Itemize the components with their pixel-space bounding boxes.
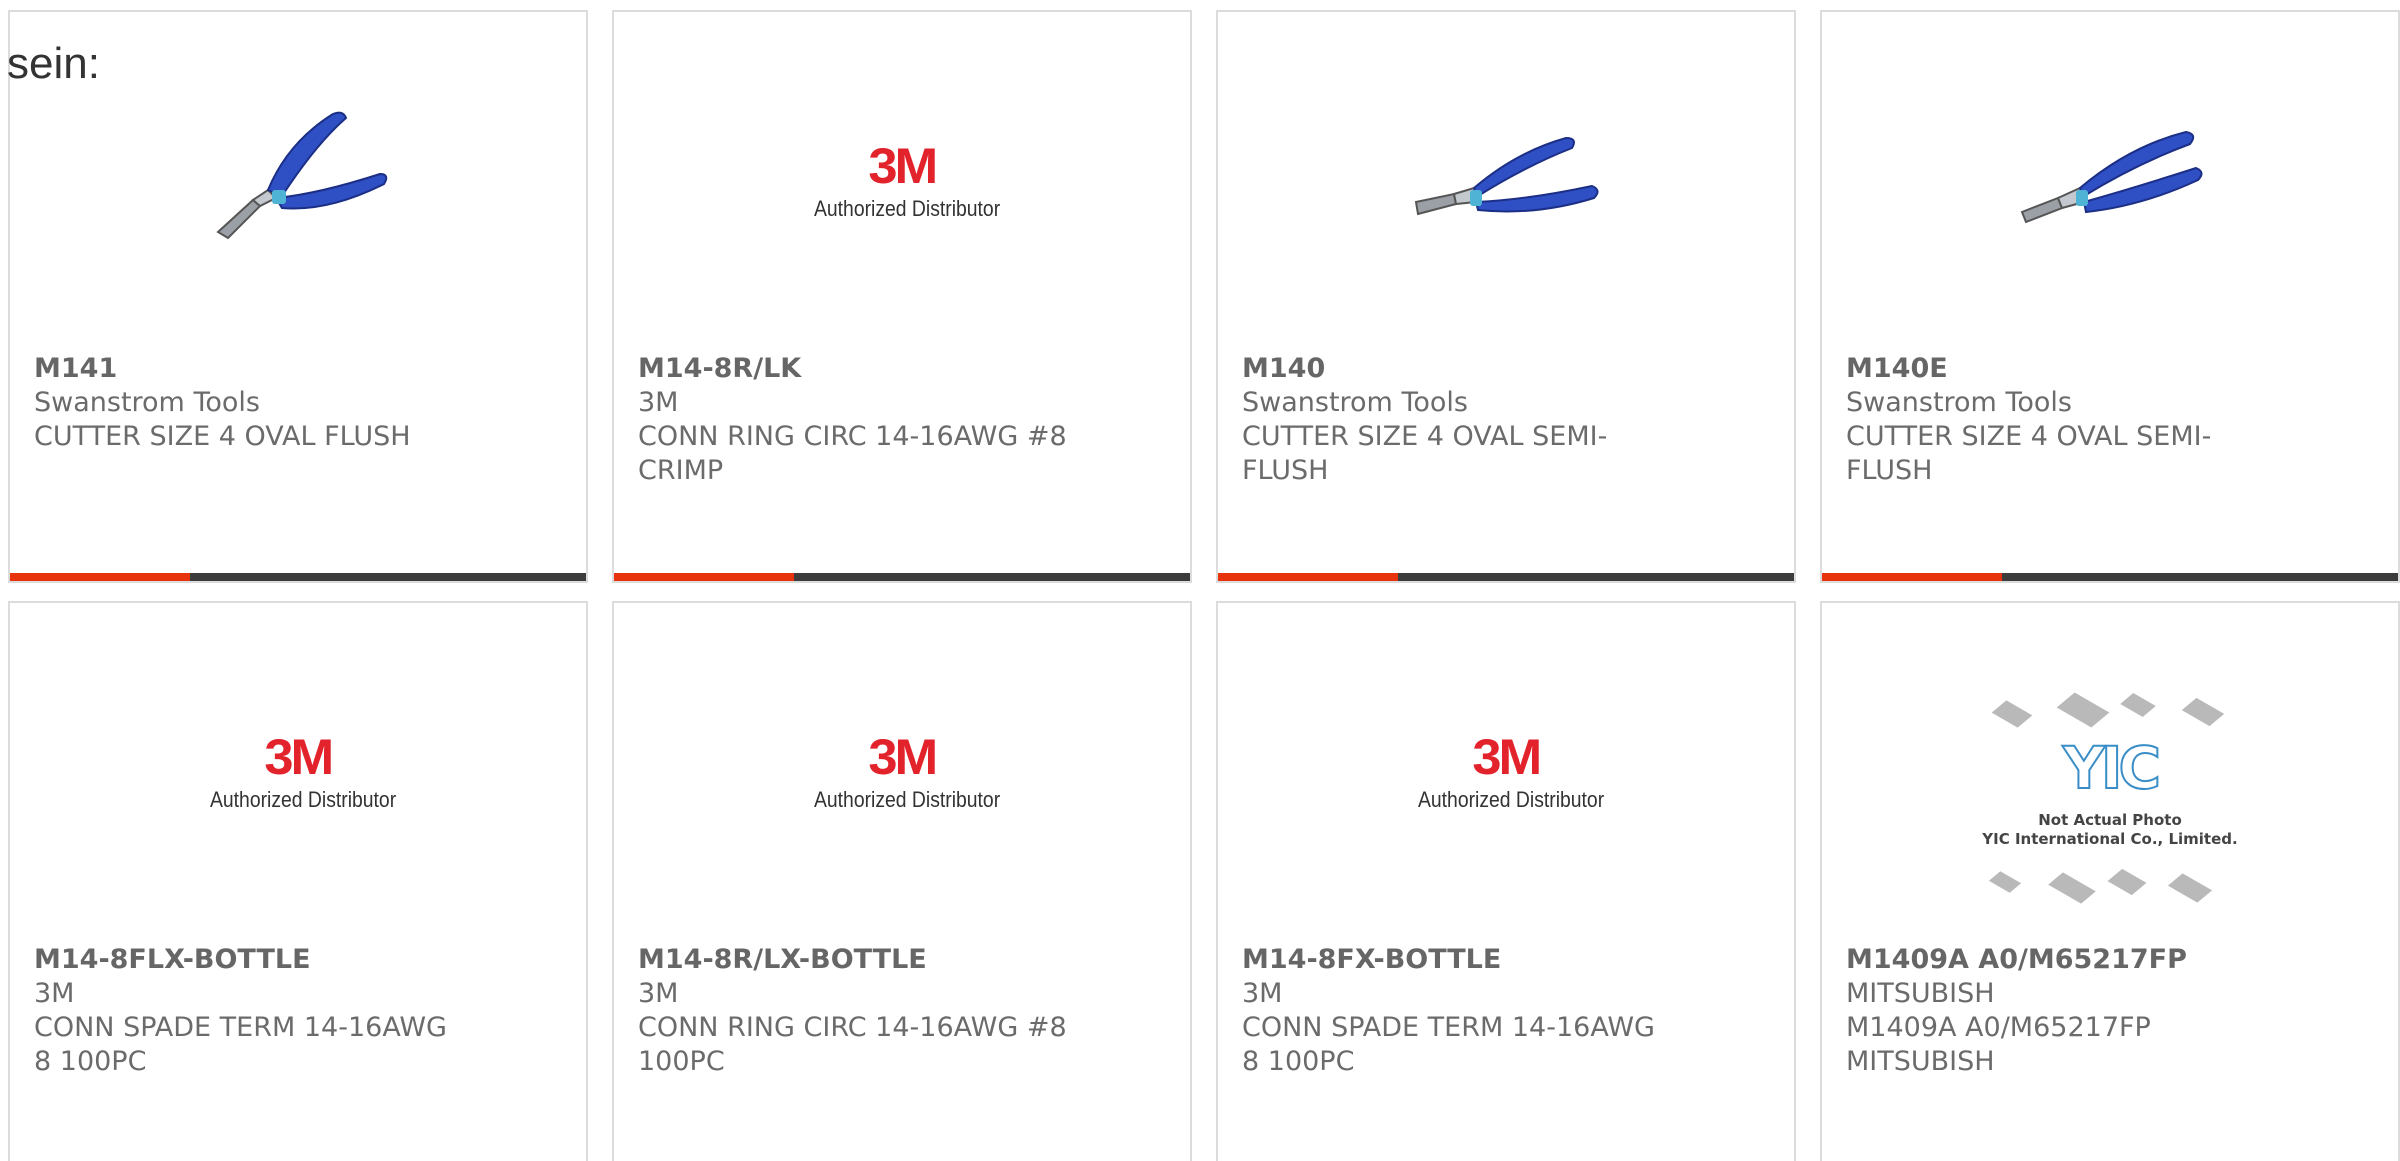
product-card[interactable]: 3M Authorized Distributor M14-8R/LK 3M C… — [612, 10, 1192, 583]
manufacturer: Swanstrom Tools — [1846, 387, 2072, 418]
card-footer-bar — [614, 573, 1190, 581]
product-image[interactable]: YIC Not Actual Photo YIC International C… — [1975, 683, 2245, 923]
accent-strip — [10, 573, 190, 581]
yic-logo: YIC — [2062, 733, 2162, 803]
product-info: M1409A A0/M65217FP MITSUBISH M1409A A0/M… — [1846, 943, 2374, 1079]
3m-logo: 3M Authorized Distributor — [802, 732, 1002, 814]
chip-icon — [2120, 693, 2156, 717]
product-info: M140E Swanstrom Tools CUTTER SIZE 4 OVAL… — [1846, 352, 2374, 488]
chip-icon — [2107, 868, 2147, 896]
part-number[interactable]: M140 — [1242, 352, 1770, 386]
card-footer-bar — [1822, 573, 2398, 581]
product-image[interactable]: 3M Authorized Distributor — [1406, 673, 1606, 873]
manufacturer: 3M — [638, 978, 679, 1009]
manufacturer: Swanstrom Tools — [34, 387, 260, 418]
chip-icon — [2167, 873, 2213, 903]
3m-logo-subtitle: Authorized Distributor — [1418, 787, 1605, 812]
product-description: CONN RING CIRC 14-16AWG #8 CRIMP — [638, 421, 1067, 486]
product-description: CONN SPADE TERM 14-16AWG 8 100PC — [1242, 1012, 1655, 1077]
chip-icon — [1988, 871, 2022, 893]
manufacturer: 3M — [638, 387, 679, 418]
yic-note-line2: YIC International Co., Limited. — [1982, 830, 2238, 848]
3m-logo-mark: 3M — [264, 729, 335, 785]
accent-strip — [1218, 573, 1398, 581]
cutter-pliers-icon — [216, 111, 388, 240]
product-image[interactable] — [198, 82, 398, 282]
product-info: M14-8FX-BOTTLE 3M CONN SPADE TERM 14-16A… — [1242, 943, 1770, 1079]
product-card[interactable]: 3M Authorized Distributor M14-8R/LX-BOTT… — [612, 601, 1192, 1161]
3m-logo-mark: 3M — [868, 138, 939, 194]
3m-logo: 3M Authorized Distributor — [1406, 732, 1606, 814]
part-number[interactable]: M140E — [1846, 352, 2374, 386]
product-description: CUTTER SIZE 4 OVAL FLUSH — [34, 421, 411, 452]
part-number[interactable]: M14-8R/LX-BOTTLE — [638, 943, 1166, 977]
product-card[interactable]: 3M Authorized Distributor M14-8FLX-BOTTL… — [8, 601, 588, 1161]
product-info: M140 Swanstrom Tools CUTTER SIZE 4 OVAL … — [1242, 352, 1770, 488]
3m-logo-subtitle: Authorized Distributor — [814, 787, 1001, 812]
product-image[interactable]: 3M Authorized Distributor — [802, 82, 1002, 282]
cutter-pliers-icon — [1414, 136, 1599, 216]
manufacturer: 3M — [34, 978, 75, 1009]
card-footer-bar — [10, 573, 586, 581]
3m-logo-mark: 3M — [1472, 729, 1543, 785]
product-description: CONN SPADE TERM 14-16AWG 8 100PC — [34, 1012, 447, 1077]
product-card[interactable]: M141 Swanstrom Tools CUTTER SIZE 4 OVAL … — [8, 10, 588, 583]
product-image[interactable] — [2010, 82, 2210, 282]
part-number[interactable]: M141 — [34, 352, 562, 386]
accent-strip — [1822, 573, 2002, 581]
product-card[interactable]: M140E Swanstrom Tools CUTTER SIZE 4 OVAL… — [1820, 10, 2400, 583]
product-info: M14-8R/LK 3M CONN RING CIRC 14-16AWG #8 … — [638, 352, 1166, 488]
product-card[interactable]: YIC Not Actual Photo YIC International C… — [1820, 601, 2400, 1161]
card-footer-bar — [1218, 573, 1794, 581]
yic-placeholder-image: YIC Not Actual Photo YIC International C… — [1975, 683, 2245, 923]
yic-note-line1: Not Actual Photo — [2038, 811, 2182, 829]
chip-icon — [2181, 697, 2225, 727]
part-number[interactable]: M14-8FLX-BOTTLE — [34, 943, 562, 977]
manufacturer: MITSUBISH — [1846, 978, 1995, 1009]
product-description: CUTTER SIZE 4 OVAL SEMI-FLUSH — [1242, 421, 1608, 486]
3m-logo-mark: 3M — [868, 729, 939, 785]
3m-logo-subtitle: Authorized Distributor — [210, 787, 397, 812]
part-number[interactable]: M14-8R/LK — [638, 352, 1166, 386]
product-info: M141 Swanstrom Tools CUTTER SIZE 4 OVAL … — [34, 352, 562, 454]
chip-icon — [1991, 700, 2033, 728]
product-description: CONN RING CIRC 14-16AWG #8 100PC — [638, 1012, 1067, 1077]
product-card[interactable]: M140 Swanstrom Tools CUTTER SIZE 4 OVAL … — [1216, 10, 1796, 583]
product-image[interactable]: 3M Authorized Distributor — [198, 673, 398, 873]
3m-logo: 3M Authorized Distributor — [198, 732, 398, 814]
chip-icon — [2056, 692, 2110, 728]
3m-logo: 3M Authorized Distributor — [802, 141, 1002, 223]
product-description: CUTTER SIZE 4 OVAL SEMI-FLUSH — [1846, 421, 2212, 486]
product-card[interactable]: 3M Authorized Distributor M14-8FX-BOTTLE… — [1216, 601, 1796, 1161]
product-description: M1409A A0/M65217FP MITSUBISH — [1846, 1012, 2151, 1077]
page: sein: M141 Swanstrom Tools CUTTER SIZE 4… — [0, 0, 2400, 1161]
manufacturer: Swanstrom Tools — [1242, 387, 1468, 418]
product-image[interactable] — [1406, 82, 1606, 282]
accent-strip — [614, 573, 794, 581]
cutter-pliers-icon — [2020, 130, 2203, 224]
section-heading: sein: — [7, 39, 100, 88]
product-grid: M141 Swanstrom Tools CUTTER SIZE 4 OVAL … — [8, 10, 2400, 1161]
product-info: M14-8FLX-BOTTLE 3M CONN SPADE TERM 14-16… — [34, 943, 562, 1079]
yic-note: Not Actual Photo YIC International Co., … — [1975, 811, 2245, 849]
chip-icon — [2048, 872, 2096, 904]
part-number[interactable]: M1409A A0/M65217FP — [1846, 943, 2374, 977]
part-number[interactable]: M14-8FX-BOTTLE — [1242, 943, 1770, 977]
product-image[interactable]: 3M Authorized Distributor — [802, 673, 1002, 873]
product-info: M14-8R/LX-BOTTLE 3M CONN RING CIRC 14-16… — [638, 943, 1166, 1079]
manufacturer: 3M — [1242, 978, 1283, 1009]
3m-logo-subtitle: Authorized Distributor — [814, 196, 1001, 221]
